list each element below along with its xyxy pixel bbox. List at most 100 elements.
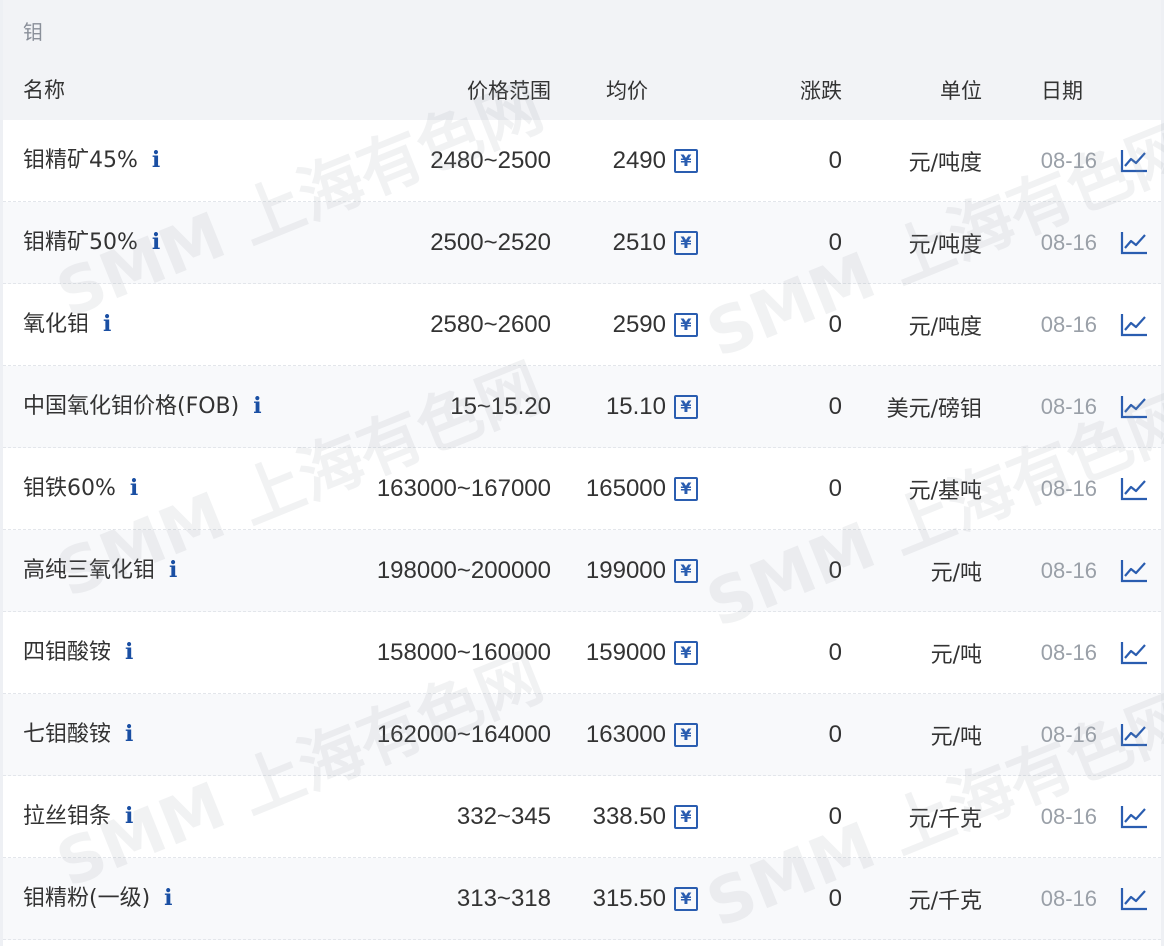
line-chart-icon[interactable] [1119, 886, 1149, 912]
chart-cell [1097, 722, 1149, 748]
table-row: 钼精矿45% i 2480~2500 2490 ¥0 元/吨度 08-16 [3, 120, 1161, 202]
price-unit: 美元/磅钼 [886, 396, 982, 422]
chart-cell [1097, 640, 1149, 666]
line-chart-icon[interactable] [1119, 640, 1149, 666]
row-name-cell: 拉丝钼条 i [3, 801, 293, 832]
avg-detail-cell: ¥ [666, 148, 714, 173]
price-unit: 元/千克 [908, 888, 982, 914]
product-name: 拉丝钼条 [23, 804, 112, 829]
price-panel: 钼 名称 价格范围 均价 涨跌 单位 日期 钼精矿45% i 2480~2500 24… [0, 0, 1164, 946]
chart-cell [1097, 394, 1149, 420]
price-unit: 元/千克 [908, 806, 982, 832]
product-name: 钼铁60% [23, 476, 116, 501]
line-chart-icon[interactable] [1119, 558, 1149, 584]
chart-cell [1097, 148, 1149, 174]
avg-detail-cell: ¥ [666, 558, 714, 583]
line-chart-icon[interactable] [1119, 148, 1149, 174]
price-range: 198000~200000 [376, 556, 551, 584]
price-unit: 元/基吨 [908, 478, 982, 504]
row-name-cell: 四钼酸铵 i [3, 637, 293, 668]
price-unit: 元/吨 [930, 560, 982, 586]
row-name-cell: 七钼酸铵 i [3, 719, 293, 750]
table-row: 四钼酸铵 i 158000~160000 159000 ¥0 元/吨 08-16 [3, 612, 1161, 694]
yen-calendar-icon[interactable]: ¥ [674, 886, 698, 911]
header-date: 日期 [1041, 79, 1083, 103]
price-range: 2500~2520 [430, 228, 551, 256]
price-change: 0 [828, 474, 842, 502]
avg-detail-cell: ¥ [666, 640, 714, 665]
line-chart-icon[interactable] [1119, 394, 1149, 420]
table-row: 钼精粉(一级) i 313~318 315.50 ¥0 元/千克 08-16 [3, 858, 1161, 940]
info-icon[interactable]: i [253, 391, 261, 421]
header-change: 涨跌 [800, 79, 842, 103]
line-chart-icon[interactable] [1119, 476, 1149, 502]
info-icon[interactable]: i [152, 145, 160, 175]
table-row: 氧化钼 i 2580~2600 2590 ¥0 元/吨度 08-16 [3, 284, 1161, 366]
price-change: 0 [828, 146, 842, 174]
header-range: 价格范围 [467, 79, 551, 103]
price-date: 08-16 [1040, 147, 1097, 173]
price-range: 2480~2500 [430, 146, 551, 174]
yen-calendar-icon[interactable]: ¥ [674, 312, 698, 337]
info-icon[interactable]: i [169, 555, 177, 585]
average-price: 199000 [585, 556, 666, 584]
price-range: 332~345 [456, 802, 551, 830]
price-unit: 元/吨 [930, 724, 982, 750]
header-avg: 均价 [606, 79, 648, 103]
yen-calendar-icon[interactable]: ¥ [674, 230, 698, 255]
price-date: 08-16 [1040, 229, 1097, 255]
yen-calendar-icon[interactable]: ¥ [674, 804, 698, 829]
price-change: 0 [828, 802, 842, 830]
yen-calendar-icon[interactable]: ¥ [674, 640, 698, 665]
average-price: 15.10 [605, 392, 666, 420]
price-unit: 元/吨度 [908, 314, 982, 340]
header-unit: 单位 [940, 79, 982, 103]
price-change: 0 [828, 392, 842, 420]
price-unit: 元/吨度 [908, 232, 982, 258]
line-chart-icon[interactable] [1119, 312, 1149, 338]
chart-cell [1097, 476, 1149, 502]
table-row: 七钼酸铵 i 162000~164000 163000 ¥0 元/吨 08-16 [3, 694, 1161, 776]
price-range: 162000~164000 [376, 720, 551, 748]
info-icon[interactable]: i [152, 227, 160, 257]
info-icon[interactable]: i [125, 801, 133, 831]
price-date: 08-16 [1040, 475, 1097, 501]
avg-detail-cell: ¥ [666, 886, 714, 911]
average-price: 338.50 [592, 802, 666, 830]
line-chart-icon[interactable] [1119, 804, 1149, 830]
average-price: 163000 [585, 720, 666, 748]
product-name: 中国氧化钼价格(FOB) [23, 394, 240, 419]
row-name-cell: 中国氧化钼价格(FOB) i [3, 391, 293, 422]
yen-calendar-icon[interactable]: ¥ [674, 148, 698, 173]
info-icon[interactable]: i [164, 883, 172, 913]
average-price: 165000 [585, 474, 666, 502]
product-name: 钼精矿45% [23, 148, 138, 173]
price-change: 0 [828, 884, 842, 912]
yen-calendar-icon[interactable]: ¥ [674, 722, 698, 747]
info-icon[interactable]: i [125, 719, 133, 749]
price-range: 163000~167000 [376, 474, 551, 502]
price-change: 0 [828, 720, 842, 748]
price-range: 158000~160000 [376, 638, 551, 666]
chart-cell [1097, 312, 1149, 338]
product-name: 钼精矿50% [23, 230, 138, 255]
product-name: 钼精粉(一级) [23, 886, 151, 911]
avg-detail-cell: ¥ [666, 804, 714, 829]
price-range: 2580~2600 [430, 310, 551, 338]
line-chart-icon[interactable] [1119, 722, 1149, 748]
yen-calendar-icon[interactable]: ¥ [674, 558, 698, 583]
table-row: 中国氧化钼价格(FOB) i 15~15.20 15.10 ¥0 美元/磅钼 08-16 [3, 366, 1161, 448]
table-header: 名称 价格范围 均价 涨跌 单位 日期 [3, 60, 1161, 120]
row-name-cell: 钼精矿50% i [3, 227, 293, 258]
line-chart-icon[interactable] [1119, 230, 1149, 256]
chart-cell [1097, 886, 1149, 912]
table-row: 钼铁60% i 163000~167000 165000 ¥0 元/基吨 08-16 [3, 448, 1161, 530]
price-date: 08-16 [1040, 639, 1097, 665]
section-title: 钼 [3, 0, 1161, 60]
yen-calendar-icon[interactable]: ¥ [674, 394, 698, 419]
info-icon[interactable]: i [125, 637, 133, 667]
yen-calendar-icon[interactable]: ¥ [674, 476, 698, 501]
product-name: 四钼酸铵 [23, 640, 112, 665]
info-icon[interactable]: i [130, 473, 138, 503]
info-icon[interactable]: i [103, 309, 111, 339]
